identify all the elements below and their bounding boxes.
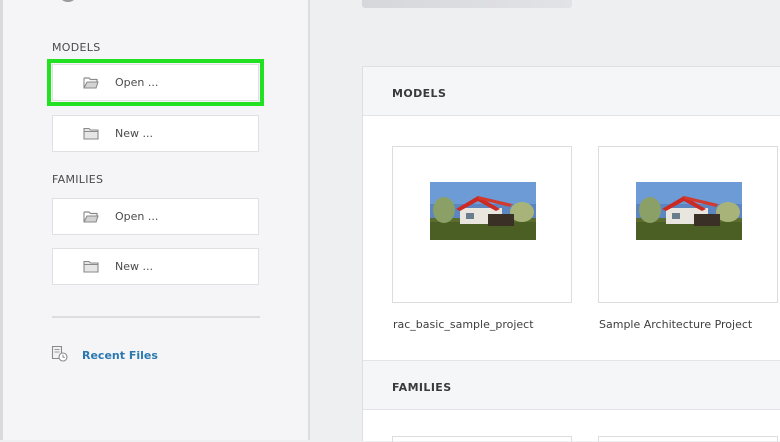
left-pane: MODELS Open ... New ... FAMILIES Open ..… <box>0 0 308 440</box>
folder-icon <box>83 127 99 140</box>
models-section-title: MODELS <box>392 87 447 100</box>
model-name[interactable]: Sample Architecture Project <box>599 318 752 331</box>
model-thumbnail-card[interactable] <box>598 146 778 303</box>
new-family-label: New ... <box>115 260 153 273</box>
families-section-header: FAMILIES <box>363 360 780 410</box>
families-heading: FAMILIES <box>52 173 104 186</box>
open-family-label: Open ... <box>115 210 159 223</box>
families-section-title: FAMILIES <box>392 381 452 394</box>
folder-icon <box>83 260 99 273</box>
new-family-button[interactable]: New ... <box>52 248 259 285</box>
window-edge <box>0 0 3 440</box>
model-name[interactable]: rac_basic_sample_project <box>393 318 534 331</box>
recent-files-icon <box>51 345 68 362</box>
house-render-thumbnail <box>636 182 742 240</box>
recent-content-panel: MODELS rac_basic_sample_project Sample A… <box>362 66 780 442</box>
recent-files-label: Recent Files <box>82 349 158 362</box>
model-thumbnail-card[interactable] <box>392 146 572 303</box>
sidebar-divider <box>52 316 260 318</box>
folder-open-icon <box>83 77 99 89</box>
open-model-button[interactable]: Open ... <box>47 59 264 106</box>
family-thumbnail-card[interactable] <box>392 436 572 442</box>
family-thumbnail-card[interactable] <box>598 436 778 442</box>
new-model-label: New ... <box>115 127 153 140</box>
models-section-header: MODELS <box>363 67 780 116</box>
open-model-label: Open ... <box>115 76 159 89</box>
open-family-button[interactable]: Open ... <box>52 198 259 235</box>
header-title-fragment <box>362 0 572 8</box>
pane-separator <box>308 0 310 440</box>
new-model-button[interactable]: New ... <box>52 115 259 152</box>
app-logo-fragment <box>58 0 78 2</box>
folder-open-icon <box>83 211 99 223</box>
models-heading: MODELS <box>52 41 101 54</box>
house-render-thumbnail <box>430 182 536 240</box>
